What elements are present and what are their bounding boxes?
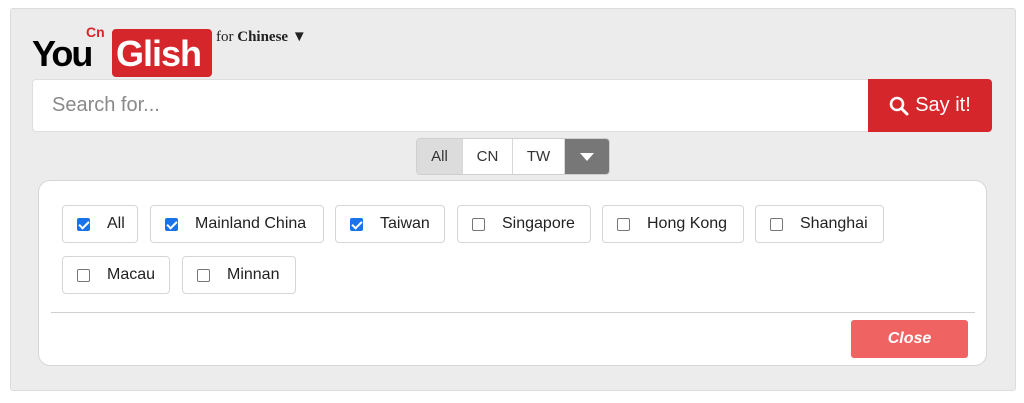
region-option-all[interactable]: All xyxy=(62,205,138,243)
caret-down-icon xyxy=(580,152,594,161)
checkbox-unchecked[interactable] xyxy=(197,268,210,282)
region-option-singapore[interactable]: Singapore xyxy=(457,205,591,243)
accent-dropdown-button[interactable] xyxy=(565,139,609,174)
dialog-divider xyxy=(51,312,975,313)
checkbox-unchecked[interactable] xyxy=(617,217,630,231)
checkbox-unchecked[interactable] xyxy=(472,217,485,231)
checkbox-checked[interactable] xyxy=(77,217,90,231)
region-label: Shanghai xyxy=(800,215,868,232)
tab-tw[interactable]: TW xyxy=(513,139,565,174)
region-option-macau[interactable]: Macau xyxy=(62,256,170,294)
close-button[interactable]: Close xyxy=(851,320,968,358)
checkbox-unchecked[interactable] xyxy=(770,217,783,231)
region-filter-dialog: All Mainland China Taiwan Singapore Hong… xyxy=(38,180,987,366)
region-option-taiwan[interactable]: Taiwan xyxy=(335,205,445,243)
region-label: Mainland China xyxy=(195,215,307,232)
region-option-mainland-china[interactable]: Mainland China xyxy=(150,205,324,243)
language-prefix: for xyxy=(216,29,234,45)
logo-cn-badge: Cn xyxy=(86,24,105,40)
region-option-hong-kong[interactable]: Hong Kong xyxy=(602,205,744,243)
region-option-minnan[interactable]: Minnan xyxy=(182,256,296,294)
logo-you-text: You xyxy=(32,33,93,74)
checkbox-checked[interactable] xyxy=(350,217,363,231)
region-label: Minnan xyxy=(227,266,280,283)
region-label: Hong Kong xyxy=(647,215,728,232)
tab-label: CN xyxy=(476,148,499,165)
accent-tabs: All CN TW xyxy=(416,138,610,175)
region-label: All xyxy=(107,215,125,232)
tab-label: All xyxy=(431,148,448,165)
say-it-button[interactable]: Say it! xyxy=(868,79,992,132)
tab-cn[interactable]: CN xyxy=(463,139,513,174)
region-label: Singapore xyxy=(502,215,575,232)
tab-label: TW xyxy=(526,148,551,165)
language-selector[interactable]: for Chinese ▼ xyxy=(216,29,307,46)
language-dropdown-arrow-icon: ▼ xyxy=(291,29,307,45)
logo-glish-text: Glish xyxy=(116,33,202,74)
region-option-shanghai[interactable]: Shanghai xyxy=(755,205,884,243)
checkbox-unchecked[interactable] xyxy=(77,268,90,282)
youglish-logo[interactable]: You Glish Cn xyxy=(32,24,212,77)
language-name: Chinese xyxy=(237,29,289,45)
search-input[interactable] xyxy=(32,79,868,132)
region-label: Taiwan xyxy=(380,215,430,232)
checkbox-checked[interactable] xyxy=(165,217,178,231)
tab-all[interactable]: All xyxy=(417,139,463,174)
say-it-label: Say it! xyxy=(915,94,971,116)
region-label: Macau xyxy=(107,266,156,283)
search-icon xyxy=(889,96,909,115)
